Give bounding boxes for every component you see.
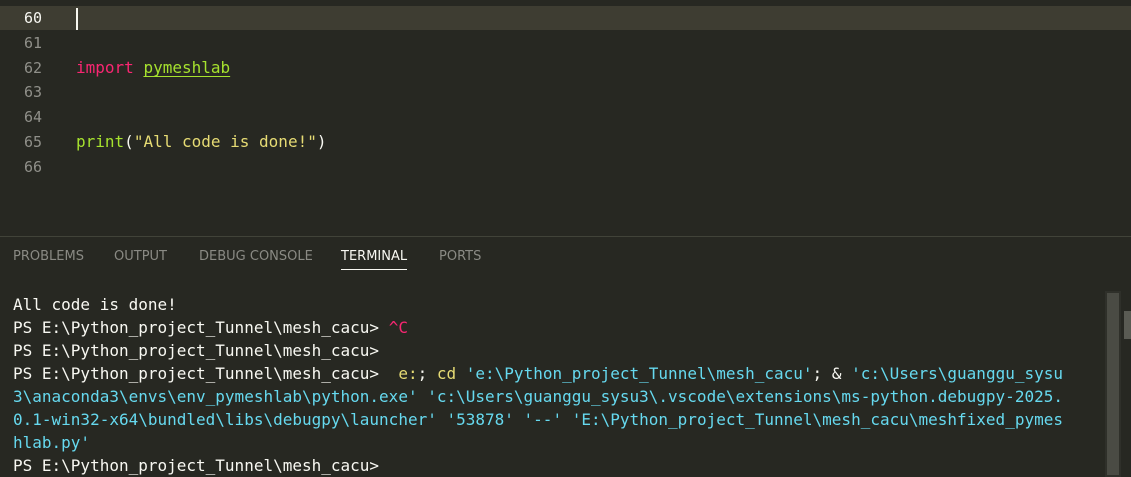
tab-ports[interactable]: PORTS [439, 249, 481, 264]
python-path-part: 3\anaconda3\envs\env_pymeshlab\python.ex… [13, 387, 418, 406]
tab-terminal[interactable]: TERMINAL [341, 249, 408, 270]
code-line-61[interactable]: 61 [0, 31, 1131, 55]
code-text: import pymeshlab [76, 56, 230, 80]
bottom-panel: PROBLEMS OUTPUT DEBUG CONSOLE TERMINAL P… [0, 237, 1131, 477]
shell-prompt: PS E:\Python_project_Tunnel\mesh_cacu> [13, 364, 389, 383]
code-line-60[interactable]: 60 [0, 6, 1131, 30]
print-function: print [76, 132, 125, 151]
text-cursor [76, 8, 78, 30]
module-name[interactable]: pymeshlab [143, 58, 230, 77]
line-number: 64 [23, 108, 42, 126]
cd-path: 'e:\Python_project_Tunnel\mesh_cacu' [465, 364, 813, 383]
string-literal: "All code is done!" [133, 132, 317, 151]
panel-tabs: PROBLEMS OUTPUT DEBUG CONSOLE TERMINAL P… [0, 237, 1131, 277]
cd-command: cd [436, 364, 457, 383]
terminal-line: PS E:\Python_project_Tunnel\mesh_cacu> [13, 339, 1108, 362]
tab-debug-console[interactable]: DEBUG CONSOLE [199, 249, 313, 264]
close-paren: ) [316, 132, 327, 151]
open-paren: ( [124, 132, 134, 151]
separator: ; [417, 364, 437, 383]
code-line-65[interactable]: 65 print("All code is done!") [0, 130, 1131, 154]
program-output: All code is done! [13, 295, 177, 314]
terminal-line: PS E:\Python_project_Tunnel\mesh_cacu> e… [13, 362, 1108, 385]
port-argument: '53878' [436, 410, 514, 429]
python-path-part: 'c:\Users\guanggu_sysu [851, 364, 1063, 383]
shell-prompt: PS E:\Python_project_Tunnel\mesh_cacu> [13, 318, 389, 337]
call-operator: ; & [812, 364, 852, 383]
launcher-path-part: 'c:\Users\guanggu_sysu3\.vscode\extensio… [417, 387, 1063, 406]
shell-prompt: PS E:\Python_project_Tunnel\mesh_cacu> [13, 341, 389, 360]
code-line-62[interactable]: 62 import pymeshlab [0, 56, 1131, 80]
code-line-66[interactable]: 66 [0, 155, 1131, 179]
script-path-part: hlab.py' [13, 433, 91, 452]
overview-ruler-marker [1124, 311, 1131, 339]
terminal-output[interactable]: All code is done! PS E:\Python_project_T… [13, 293, 1108, 477]
terminal-line: hlab.py' [13, 431, 1108, 454]
drive-command: e: [398, 364, 418, 383]
terminal-line: PS E:\Python_project_Tunnel\mesh_cacu> [13, 454, 1108, 477]
line-number: 60 [23, 9, 42, 27]
tab-problems[interactable]: PROBLEMS [13, 249, 84, 264]
line-number: 66 [23, 158, 42, 176]
interrupt-signal: ^C [388, 318, 408, 337]
code-line-64[interactable]: 64 [0, 105, 1131, 129]
terminal-line: 3\anaconda3\envs\env_pymeshlab\python.ex… [13, 385, 1108, 408]
shell-prompt: PS E:\Python_project_Tunnel\mesh_cacu> [13, 456, 389, 475]
terminal-line: 0.1-win32-x64\bundled\libs\debugpy\launc… [13, 408, 1108, 431]
line-number: 61 [23, 34, 42, 52]
terminal-line: All code is done! [13, 293, 1108, 316]
script-path-part: 'E:\Python_project_Tunnel\mesh_cacu\mesh… [562, 410, 1063, 429]
launcher-path-part: 0.1-win32-x64\bundled\libs\debugpy\launc… [13, 410, 437, 429]
code-text: print("All code is done!") [76, 130, 326, 154]
dashes-argument: '--' [513, 410, 563, 429]
terminal-scrollbar-thumb[interactable] [1107, 293, 1119, 475]
import-keyword: import [76, 58, 134, 77]
terminal-line: PS E:\Python_project_Tunnel\mesh_cacu> ^… [13, 316, 1108, 339]
code-line-63[interactable]: 63 [0, 80, 1131, 104]
code-editor[interactable]: 60 61 62 import pymeshlab 63 64 65 print… [0, 0, 1131, 236]
tab-output[interactable]: OUTPUT [114, 249, 167, 264]
line-number: 65 [23, 133, 42, 151]
line-number: 63 [23, 83, 42, 101]
line-number: 62 [23, 59, 42, 77]
